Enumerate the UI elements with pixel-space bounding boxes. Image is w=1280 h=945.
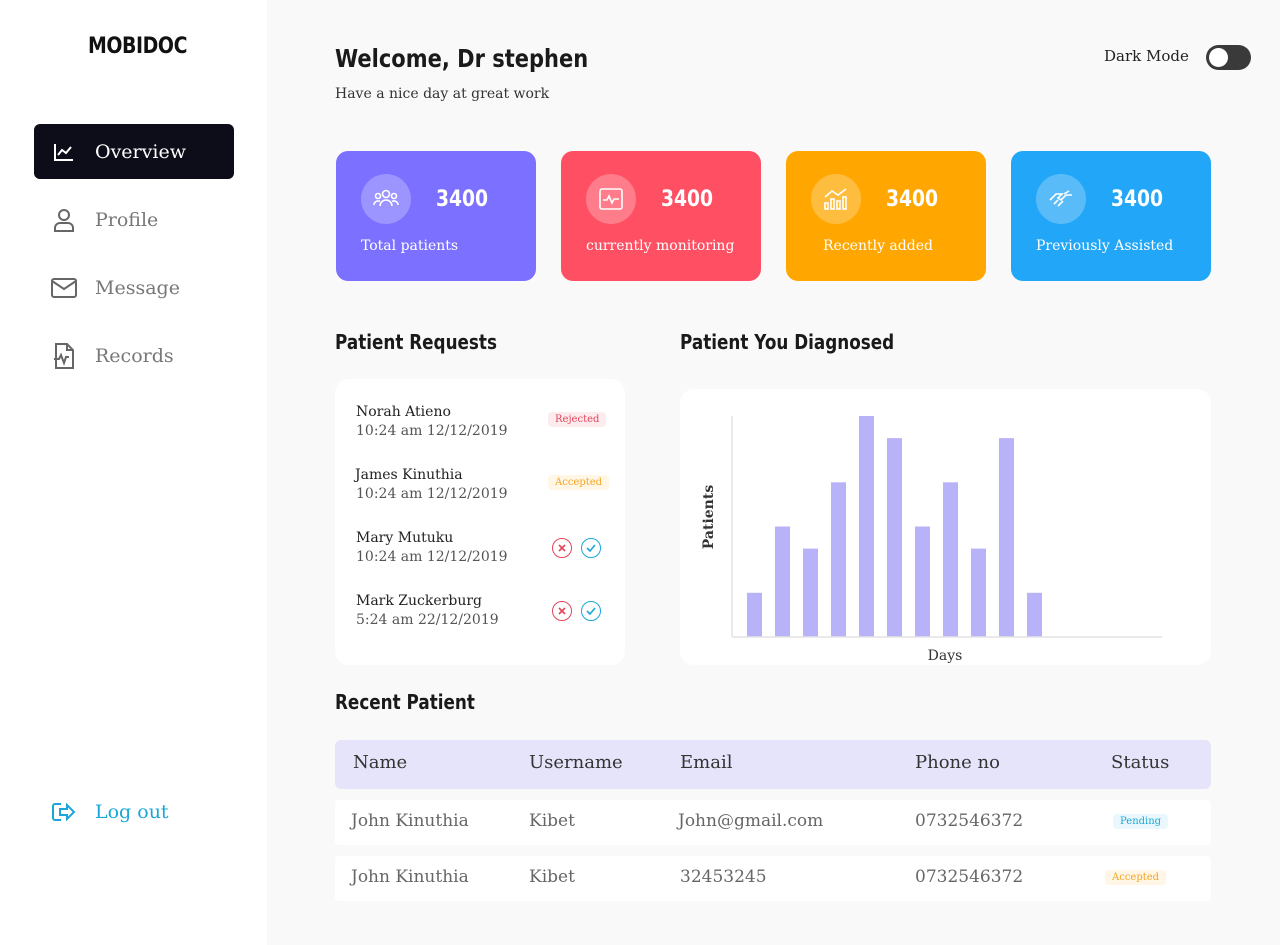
chart-bar-8[interactable] (971, 548, 986, 637)
stat-card-total-patients[interactable]: 3400 Total patients (336, 151, 536, 281)
chart-bar-10[interactable] (1027, 592, 1042, 637)
stat-card-recently-added[interactable]: 3400 Recently added (786, 151, 986, 281)
table-row[interactable]: John Kinuthia Kibet 32453245 0732546372 … (335, 856, 1211, 901)
sidebar-item-label: Message (95, 276, 180, 299)
patient-name: Norah Atieno (356, 404, 451, 420)
section-title-diagnosed: Patient You Diagnosed (680, 330, 895, 354)
chart-bar-1[interactable] (775, 526, 790, 638)
request-time: 10:24 am 12/12/2019 (356, 423, 508, 439)
dark-mode-label: Dark Mode (1104, 47, 1189, 65)
envelope-icon (50, 274, 78, 302)
cell-name: John Kinuthia (351, 811, 469, 831)
sidebar-item-profile[interactable]: Profile (34, 192, 234, 247)
app-logo: MOBIDOC (88, 34, 188, 59)
column-header-status[interactable]: Status (1111, 752, 1169, 773)
list-item[interactable]: Mark Zuckerburg 5:24 am 22/12/2019 (356, 593, 616, 633)
logout-button[interactable]: Log out (34, 784, 234, 839)
table-header: Name Username Email Phone no Status (335, 740, 1211, 789)
file-pulse-icon (50, 342, 78, 370)
chart-bar-2[interactable] (803, 548, 818, 637)
cell-email: 32453245 (680, 867, 767, 887)
column-header-email[interactable]: Email (680, 752, 732, 773)
patient-name: James Kinuthia (355, 467, 463, 483)
sidebar-item-label: Overview (95, 140, 186, 163)
cell-email: John@gmail.com (678, 811, 824, 831)
chart-bars-icon (811, 174, 861, 224)
x-axis-label: Days (928, 648, 963, 664)
chart-bar-4[interactable] (859, 416, 874, 637)
logout-icon (50, 798, 78, 826)
request-time: 5:24 am 22/12/2019 (356, 612, 499, 628)
dark-mode-toggle[interactable] (1206, 45, 1251, 70)
chart-bar-0[interactable] (747, 592, 762, 637)
sidebar-item-message[interactable]: Message (34, 260, 234, 315)
cell-username: Kibet (529, 811, 575, 831)
stat-card-previously-assisted[interactable]: 3400 Previously Assisted (1011, 151, 1211, 281)
stat-label: Total patients (361, 238, 459, 254)
patient-name: Mary Mutuku (356, 530, 454, 546)
y-axis-label: Patients (701, 485, 717, 550)
stat-value: 3400 (436, 187, 489, 212)
column-header-name[interactable]: Name (353, 752, 407, 773)
stat-value: 3400 (886, 187, 939, 212)
sidebar-item-records[interactable]: Records (34, 328, 234, 383)
status-badge: Accepted (1105, 870, 1167, 885)
user-icon (50, 206, 78, 234)
page-title: Welcome, Dr stephen (335, 44, 589, 73)
cell-phone: 0732546372 (915, 811, 1024, 831)
status-badge: Pending (1113, 814, 1169, 829)
stat-label: Recently added (823, 238, 933, 254)
status-badge: Accepted (548, 475, 610, 490)
sidebar-item-overview[interactable]: Overview (34, 124, 234, 179)
check-icon (586, 544, 596, 552)
chart-bar-9[interactable] (999, 438, 1014, 637)
stat-card-monitoring[interactable]: 3400 currently monitoring (561, 151, 761, 281)
stat-value: 3400 (661, 187, 714, 212)
logout-label: Log out (95, 800, 169, 823)
sidebar: MOBIDOC Overview Profile Message Records… (0, 0, 267, 945)
request-time: 10:24 am 12/12/2019 (356, 486, 508, 502)
section-title-requests: Patient Requests (335, 330, 497, 354)
cell-name: John Kinuthia (351, 867, 469, 887)
accept-button[interactable] (581, 538, 601, 558)
toggle-knob (1209, 48, 1228, 67)
patient-name: Mark Zuckerburg (356, 593, 482, 609)
chart-bar-5[interactable] (887, 438, 902, 637)
list-item[interactable]: Mary Mutuku 10:24 am 12/12/2019 (356, 530, 616, 570)
monitor-pulse-icon (586, 174, 636, 224)
list-item[interactable]: James Kinuthia 10:24 am 12/12/2019 Accep… (355, 467, 615, 507)
reject-button[interactable] (552, 601, 572, 621)
list-item[interactable]: Norah Atieno 10:24 am 12/12/2019 Rejecte… (356, 404, 616, 444)
patient-requests-card: Norah Atieno 10:24 am 12/12/2019 Rejecte… (335, 379, 625, 665)
status-badge: Rejected (548, 412, 607, 427)
column-header-username[interactable]: Username (529, 752, 623, 773)
accept-button[interactable] (581, 601, 601, 621)
diagnosed-chart-card: Days Patients (680, 389, 1211, 665)
cell-username: Kibet (529, 867, 575, 887)
cell-phone: 0732546372 (915, 867, 1024, 887)
table-row[interactable]: John Kinuthia Kibet John@gmail.com 07325… (335, 800, 1211, 845)
handshake-icon (1036, 174, 1086, 224)
close-icon (558, 544, 566, 552)
close-icon (558, 607, 566, 615)
section-title-recent: Recent Patient (335, 690, 475, 714)
sidebar-item-label: Profile (95, 208, 159, 231)
page-subtitle: Have a nice day at great work (335, 86, 550, 102)
check-icon (586, 607, 596, 615)
chart-bar-7[interactable] (943, 482, 958, 637)
chart-bar-6[interactable] (915, 526, 930, 638)
users-icon (361, 174, 411, 224)
chart-bar-3[interactable] (831, 482, 846, 637)
stat-label: Previously Assisted (1036, 238, 1174, 254)
bar-chart: Days Patients (701, 416, 1162, 664)
sidebar-item-label: Records (95, 344, 174, 367)
request-time: 10:24 am 12/12/2019 (356, 549, 508, 565)
reject-button[interactable] (552, 538, 572, 558)
stat-label: currently monitoring (586, 238, 735, 254)
column-header-phone[interactable]: Phone no (915, 752, 1000, 773)
stat-value: 3400 (1111, 187, 1164, 212)
chart-line-icon (50, 138, 78, 166)
